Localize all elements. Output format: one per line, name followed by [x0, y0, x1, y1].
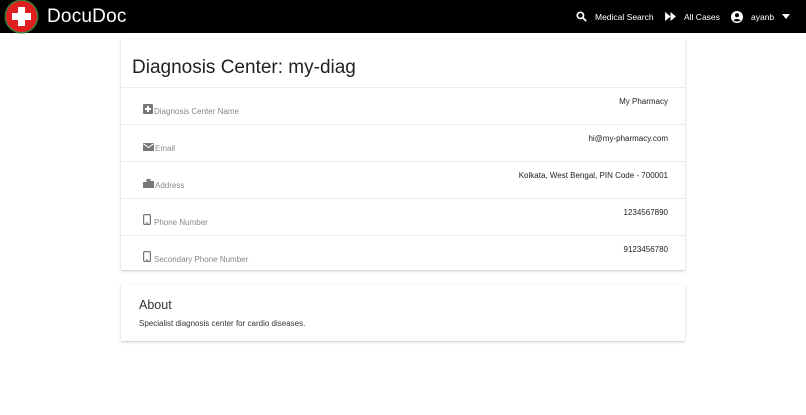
building-icon — [143, 179, 154, 188]
medical-search-link[interactable]: Medical Search — [576, 0, 654, 33]
detail-label: Address — [155, 181, 185, 190]
plus-box-icon — [143, 104, 153, 114]
fast-forward-icon — [665, 12, 676, 21]
detail-row-phone: Phone Number 1234567890 — [121, 198, 685, 236]
email-icon — [143, 143, 154, 151]
phone-icon — [143, 214, 151, 225]
user-menu[interactable]: ayanb — [731, 0, 791, 33]
about-title: About — [139, 298, 172, 312]
diagnosis-center-card: Diagnosis Center: my-diag Diagnosis Cent… — [121, 40, 685, 270]
detail-value: 1234567890 — [623, 208, 669, 217]
detail-value: Kolkata, West Bengal, PIN Code - 700001 — [518, 171, 668, 180]
detail-label: Secondary Phone Number — [154, 255, 249, 264]
logo-cross-icon[interactable] — [6, 1, 37, 32]
detail-value: My Pharmacy — [619, 97, 668, 106]
search-icon — [576, 11, 587, 22]
page-title: Diagnosis Center: my-diag — [132, 57, 356, 78]
phone-icon — [143, 251, 151, 262]
about-text: Specialist diagnosis center for cardio d… — [139, 319, 306, 328]
medical-search-label: Medical Search — [595, 11, 654, 22]
caret-down-icon — [782, 14, 791, 19]
about-card: About Specialist diagnosis center for ca… — [121, 284, 685, 341]
detail-value: 9123456780 — [623, 245, 669, 254]
brand-name[interactable]: DocuDoc — [47, 6, 127, 28]
detail-row-name: Diagnosis Center Name My Pharmacy — [121, 87, 685, 125]
all-cases-label: All Cases — [684, 11, 720, 22]
detail-row-email: Email hi@my-pharmacy.com — [121, 124, 685, 162]
top-navbar: DocuDoc Medical Search All Cases ayanb — [0, 0, 806, 33]
detail-row-secondary-phone: Secondary Phone Number 9123456780 — [121, 235, 685, 273]
detail-label: Phone Number — [154, 218, 208, 227]
detail-label: Diagnosis Center Name — [154, 107, 239, 116]
detail-value: hi@my-pharmacy.com — [588, 134, 668, 143]
account-circle-icon — [731, 10, 743, 23]
username-label: ayanb — [751, 11, 775, 22]
all-cases-link[interactable]: All Cases — [665, 0, 720, 33]
detail-row-address: Address Kolkata, West Bengal, PIN Code -… — [121, 161, 685, 199]
detail-label: Email — [155, 144, 176, 153]
